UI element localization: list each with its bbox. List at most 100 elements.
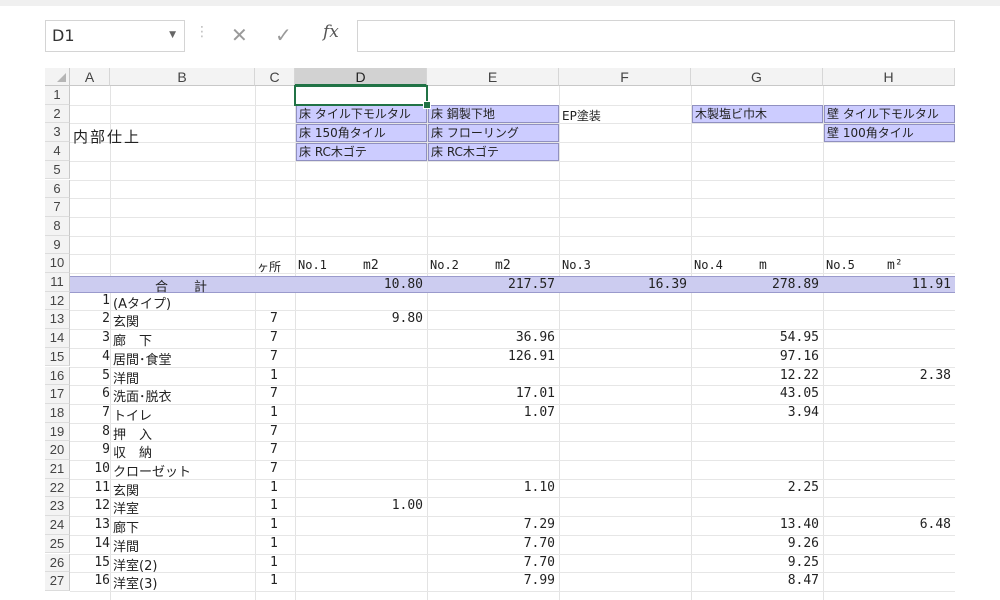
item-count[interactable]: 7 (270, 424, 278, 439)
formula-input[interactable] (357, 20, 955, 52)
fill-handle[interactable] (423, 101, 431, 109)
item-value-g[interactable]: 12.22 (691, 368, 819, 383)
item-value-e[interactable]: 7.99 (427, 573, 555, 588)
row-header[interactable]: 8 (45, 216, 70, 236)
label-e2[interactable]: 床 鋼製下地 (428, 105, 559, 123)
column-header-f[interactable]: F (559, 68, 691, 86)
item-index[interactable]: 6 (70, 386, 110, 401)
item-room[interactable]: 洋間 (113, 536, 139, 555)
row-header[interactable]: 4 (45, 142, 70, 161)
cell-selection-d1[interactable] (294, 85, 428, 106)
row-header[interactable]: 18 (45, 403, 70, 423)
item-room[interactable]: クローゼット (113, 461, 191, 480)
col-d-number[interactable]: No.1 (298, 258, 327, 272)
item-index[interactable]: 2 (70, 311, 110, 326)
row-header[interactable]: 22 (45, 478, 70, 498)
column-header-b[interactable]: B (110, 68, 255, 86)
item-value-d[interactable]: 1.00 (295, 498, 423, 513)
item-count[interactable]: 7 (270, 442, 278, 457)
row-header[interactable]: 10 (45, 254, 70, 273)
item-value-e[interactable]: 126.91 (427, 349, 555, 364)
cancel-icon[interactable]: ✕ (231, 23, 248, 47)
item-value-e[interactable]: 17.01 (427, 386, 555, 401)
item-value-g[interactable]: 9.26 (691, 536, 819, 551)
row-header[interactable]: 20 (45, 441, 70, 460)
item-value-e[interactable]: 1.10 (427, 480, 555, 495)
count-header[interactable]: ヶ所 (257, 258, 281, 275)
item-index[interactable]: 16 (70, 573, 110, 588)
row-header[interactable]: 19 (45, 422, 70, 442)
row-header[interactable]: 11 (45, 273, 70, 292)
item-room[interactable]: 洋室 (113, 498, 139, 517)
item-value-g[interactable]: 9.25 (691, 555, 819, 570)
row-header[interactable]: 16 (45, 366, 70, 386)
total-f[interactable]: 16.39 (559, 277, 687, 292)
item-count[interactable]: 1 (270, 368, 278, 383)
item-index[interactable]: 7 (70, 405, 110, 420)
column-header-e[interactable]: E (427, 68, 559, 86)
item-count[interactable]: 1 (270, 555, 278, 570)
item-count[interactable]: 7 (270, 330, 278, 345)
col-g-number[interactable]: No.4 (694, 258, 723, 272)
item-index[interactable]: 3 (70, 330, 110, 345)
item-index[interactable]: 12 (70, 498, 110, 513)
label-f2[interactable]: EP塗装 (562, 107, 601, 124)
label-d3[interactable]: 床 150角タイル (296, 124, 427, 142)
chevron-down-icon[interactable]: ▼ (169, 30, 176, 40)
item-room[interactable]: 居間･食堂 (113, 349, 172, 368)
item-room[interactable]: 洋室(3) (113, 573, 157, 592)
label-g2[interactable]: 木製塩ビ巾木 (692, 105, 823, 123)
item-count[interactable]: 7 (270, 311, 278, 326)
item-room[interactable]: 収 納 (113, 442, 152, 461)
label-d2[interactable]: 床 タイル下モルタル (296, 105, 427, 123)
item-count[interactable]: 1 (270, 480, 278, 495)
item-index[interactable]: 5 (70, 368, 110, 383)
label-h3[interactable]: 壁 100角タイル (824, 124, 955, 142)
item-value-h[interactable]: 2.38 (823, 368, 951, 383)
item-room[interactable]: 玄関 (113, 311, 139, 330)
item-room[interactable]: 廊 下 (113, 330, 152, 349)
insert-function-icon[interactable]: fx (323, 22, 339, 42)
label-h2[interactable]: 壁 タイル下モルタル (824, 105, 955, 123)
total-h[interactable]: 11.91 (823, 277, 951, 292)
item-count[interactable]: 7 (270, 349, 278, 364)
item-count[interactable]: 1 (270, 498, 278, 513)
col-g-unit[interactable]: m (759, 258, 767, 273)
item-room[interactable]: 廊下 (113, 517, 139, 536)
row-header[interactable]: 17 (45, 385, 70, 404)
item-index[interactable]: 15 (70, 555, 110, 570)
item-value-g[interactable]: 43.05 (691, 386, 819, 401)
row-header[interactable]: 15 (45, 347, 70, 367)
item-count[interactable]: 1 (270, 536, 278, 551)
item-count[interactable]: 1 (270, 573, 278, 588)
item-value-e[interactable]: 36.96 (427, 330, 555, 345)
item-room[interactable]: 洋間 (113, 368, 139, 387)
confirm-icon[interactable]: ✓ (275, 23, 292, 47)
item-value-g[interactable]: 54.95 (691, 330, 819, 345)
drag-handle-icon[interactable]: ⋮ (195, 24, 209, 40)
row-header[interactable]: 14 (45, 329, 70, 348)
column-header-a[interactable]: A (70, 68, 110, 86)
item-value-e[interactable]: 7.29 (427, 517, 555, 532)
item-value-d[interactable]: 9.80 (295, 311, 423, 326)
item-index[interactable]: 11 (70, 480, 110, 495)
item-index[interactable]: 9 (70, 442, 110, 457)
column-header-h[interactable]: H (823, 68, 955, 86)
item-room[interactable]: (Aタイプ) (113, 293, 171, 312)
item-value-e[interactable]: 7.70 (427, 536, 555, 551)
item-value-g[interactable]: 2.25 (691, 480, 819, 495)
item-room[interactable]: 押 入 (113, 424, 152, 443)
item-value-g[interactable]: 97.16 (691, 349, 819, 364)
item-value-g[interactable]: 3.94 (691, 405, 819, 420)
row-header[interactable]: 5 (45, 160, 70, 180)
row-header[interactable]: 12 (45, 291, 70, 311)
item-count[interactable]: 1 (270, 405, 278, 420)
col-f-number[interactable]: No.3 (562, 258, 591, 272)
row-header[interactable]: 26 (45, 553, 70, 573)
item-index[interactable]: 14 (70, 536, 110, 551)
item-index[interactable]: 10 (70, 461, 110, 476)
item-room[interactable]: 洗面･脱衣 (113, 386, 172, 405)
item-count[interactable]: 1 (270, 517, 278, 532)
total-g[interactable]: 278.89 (691, 277, 819, 292)
total-e[interactable]: 217.57 (427, 277, 555, 292)
